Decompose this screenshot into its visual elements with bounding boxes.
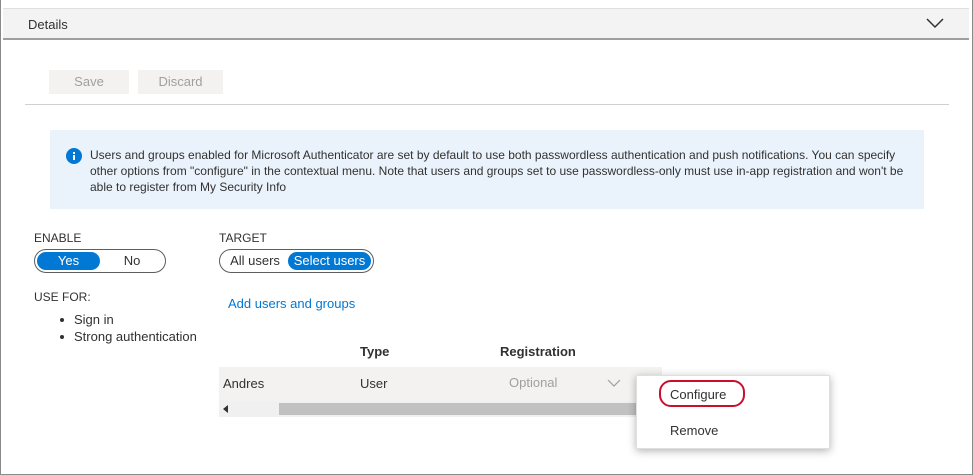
details-title: Details	[28, 17, 68, 32]
menu-item-remove[interactable]: Remove	[670, 423, 718, 438]
table-row[interactable]: Andres User Optional	[219, 367, 662, 401]
save-button[interactable]: Save	[49, 70, 129, 94]
discard-button[interactable]: Discard	[138, 70, 223, 94]
registration-value: Optional	[509, 375, 558, 390]
target-toggle[interactable]: All users Select users	[219, 249, 374, 273]
cell-name: Andres	[223, 376, 265, 391]
column-header-registration: Registration	[500, 344, 576, 359]
chevron-down-icon	[607, 379, 621, 387]
horizontal-scrollbar[interactable]	[219, 401, 662, 417]
info-message: Users and groups enabled for Microsoft A…	[90, 148, 904, 194]
configure-highlight	[659, 380, 745, 407]
list-item: Sign in	[60, 311, 197, 328]
add-users-and-groups-link[interactable]: Add users and groups	[228, 296, 355, 311]
enable-no-option[interactable]: No	[103, 252, 161, 270]
divider	[25, 104, 949, 105]
column-header-type: Type	[360, 344, 390, 359]
details-section-header[interactable]: Details	[3, 8, 969, 40]
enable-yes-option[interactable]: Yes	[37, 252, 100, 270]
scroll-left-arrow-icon[interactable]	[223, 405, 228, 413]
info-banner: Users and groups enabled for Microsoft A…	[50, 130, 924, 209]
cell-type: User	[360, 376, 388, 391]
registration-dropdown[interactable]: Optional	[500, 371, 630, 395]
enable-label: ENABLE	[34, 231, 82, 245]
chevron-down-icon[interactable]	[925, 15, 945, 31]
use-for-label: USE FOR:	[34, 290, 91, 304]
enable-toggle[interactable]: Yes No	[34, 249, 166, 273]
info-icon	[66, 148, 82, 164]
target-label: TARGET	[219, 231, 267, 245]
scrollbar-thumb[interactable]	[279, 403, 659, 415]
list-item: Strong authentication	[60, 328, 197, 345]
target-all-users-option[interactable]: All users	[223, 252, 287, 270]
target-select-users-option[interactable]: Select users	[288, 252, 371, 270]
use-for-list: Sign in Strong authentication	[60, 311, 197, 345]
